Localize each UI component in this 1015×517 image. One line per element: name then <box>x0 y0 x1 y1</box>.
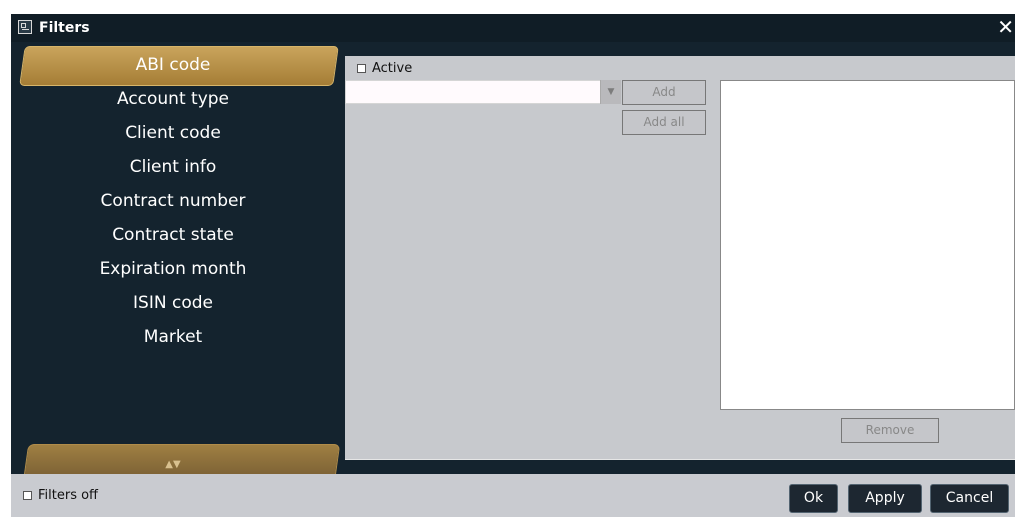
active-label-text: Active <box>372 61 413 76</box>
sidebar-item-abi-code[interactable]: ABI code <box>11 48 335 82</box>
window-title: Filters <box>39 20 90 36</box>
sidebar-item-expiration-month[interactable]: Expiration month <box>11 252 335 286</box>
filters-off-checkbox[interactable] <box>23 491 32 500</box>
chevron-down-icon[interactable]: ▼ <box>600 80 621 104</box>
dialog-footer: Filters off Ok Apply Cancel <box>11 474 1015 517</box>
panel-divider <box>345 459 1015 460</box>
sidebar-item-client-code[interactable]: Client code <box>11 116 335 150</box>
filters-window: Filters ✕ ABI code Account type Client c… <box>11 14 1015 517</box>
selected-values-list[interactable] <box>720 80 1015 410</box>
active-checkbox-label[interactable]: Active <box>357 60 412 78</box>
sidebar-item-isin-code[interactable]: ISIN code <box>11 286 335 320</box>
window-app-icon <box>18 20 32 34</box>
apply-button[interactable]: Apply <box>848 484 922 513</box>
sidebar-item-contract-state[interactable]: Contract state <box>11 218 335 252</box>
remove-button[interactable]: Remove <box>841 418 939 443</box>
cancel-button[interactable]: Cancel <box>930 484 1009 513</box>
sidebar-item-client-info[interactable]: Client info <box>11 150 335 184</box>
add-all-button[interactable]: Add all <box>622 110 706 135</box>
close-icon[interactable]: ✕ <box>997 16 1014 38</box>
sidebar-item-market[interactable]: Market <box>11 320 335 354</box>
active-checkbox[interactable] <box>357 64 366 73</box>
filter-category-sidebar: ABI code Account type Client code Client… <box>11 42 341 490</box>
filters-off-checkbox-label[interactable]: Filters off <box>23 487 98 505</box>
filters-off-label-text: Filters off <box>38 488 99 503</box>
sidebar-item-account-type[interactable]: Account type <box>11 82 335 116</box>
add-button[interactable]: Add <box>622 80 706 105</box>
titlebar: Filters ✕ <box>11 14 1015 42</box>
ok-button[interactable]: Ok <box>789 484 838 513</box>
filter-detail-panel: Active ▼ Add Add all Remove <box>345 56 1015 460</box>
sidebar-item-contract-number[interactable]: Contract number <box>11 184 335 218</box>
filter-value-select[interactable] <box>345 80 621 104</box>
